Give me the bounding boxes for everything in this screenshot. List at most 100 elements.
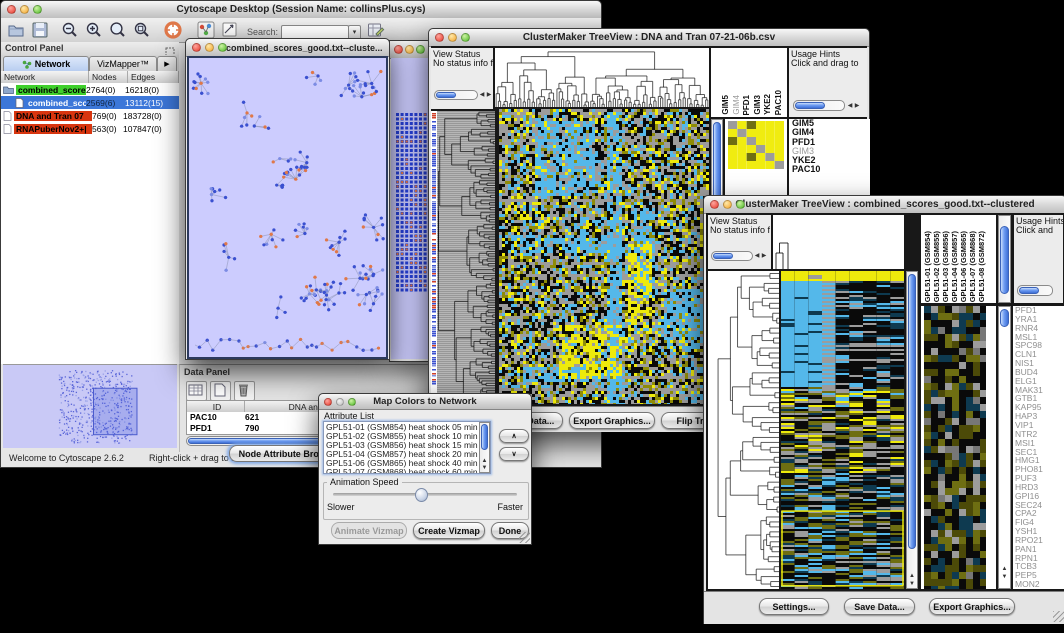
column-header-nodes[interactable]: Nodes: [89, 71, 128, 83]
view-status-hscrollbar[interactable]: [434, 90, 478, 100]
gene-label[interactable]: PAC10: [792, 165, 870, 174]
treeview1-zoom-matrix[interactable]: [728, 121, 784, 169]
column-label[interactable]: YKE2: [763, 94, 773, 115]
attribute-list-vscrollbar[interactable]: ▲ ▼: [479, 422, 490, 473]
scroll-right-icon[interactable]: ▶: [854, 103, 860, 109]
data-column-id[interactable]: ID: [187, 401, 245, 412]
column-label[interactable]: GIM3: [753, 95, 763, 115]
treeview1-column-dendrogram[interactable]: [495, 48, 709, 107]
close-icon[interactable]: [394, 45, 403, 54]
scrollbar-thumb[interactable]: [1000, 309, 1009, 327]
maximize-icon[interactable]: [33, 5, 42, 14]
scroll-right-icon[interactable]: ▶: [761, 253, 767, 259]
scroll-up-icon[interactable]: ▲: [480, 458, 489, 464]
vizmap-nodes-icon[interactable]: [197, 21, 215, 39]
animate-vizmap-button[interactable]: Animate Vizmap: [331, 522, 407, 539]
minimize-icon[interactable]: [205, 43, 214, 52]
attribute-table-icon[interactable]: [186, 381, 207, 401]
table-row[interactable]: combined_scores 2764(0) 16218(0): [1, 83, 179, 96]
column-header-edges[interactable]: Edges: [128, 71, 179, 83]
scrollbar-thumb[interactable]: [795, 102, 825, 109]
resize-grip[interactable]: [1053, 611, 1064, 622]
column-header-network[interactable]: Network: [1, 71, 89, 83]
treeview2-row-dendrogram[interactable]: [708, 271, 779, 589]
maximize-icon[interactable]: [218, 43, 227, 52]
close-icon[interactable]: [710, 200, 719, 209]
scrollbar-thumb[interactable]: [1019, 287, 1039, 294]
usage-hints-hscrollbar[interactable]: [793, 100, 845, 111]
treeview2-vscrollbar[interactable]: ▲ ▼: [906, 271, 918, 589]
treeview1-titlebar[interactable]: ClusterMaker TreeView : DNA and Tran 07-…: [429, 29, 869, 47]
table-row-selected[interactable]: combined_sco 2569(6) 13112(15): [1, 96, 179, 109]
attribute-editor-icon[interactable]: [367, 21, 385, 39]
scroll-down-icon[interactable]: ▼: [480, 465, 489, 471]
settings-button[interactable]: Settings...: [759, 598, 829, 615]
attribute-list[interactable]: GPL51-01 (GSM854) heat shock 05 minGPL51…: [323, 421, 491, 474]
column-label[interactable]: GPL51-02 (GSM855): [932, 231, 941, 302]
column-label[interactable]: GPL51-07 (GSM868): [968, 231, 977, 302]
help-lifering-icon[interactable]: [164, 21, 182, 39]
new-attribute-icon[interactable]: [210, 381, 231, 401]
scroll-left-icon[interactable]: ◀: [847, 103, 853, 109]
network-window-titlebar[interactable]: combined_scores_good.txt--cluste...: [186, 39, 389, 57]
scroll-up-icon[interactable]: ▲: [999, 566, 1010, 572]
close-icon[interactable]: [324, 398, 332, 406]
column-label[interactable]: GPL51-04 (GSM857): [950, 231, 959, 302]
scroll-down-icon[interactable]: ▼: [907, 581, 917, 587]
minimize-icon[interactable]: [336, 398, 344, 406]
delete-attribute-trash-icon[interactable]: [234, 381, 255, 401]
treeview2-labels-vscrollbar[interactable]: [998, 215, 1011, 303]
close-icon[interactable]: [7, 5, 16, 14]
scrollbar-thumb[interactable]: [436, 92, 456, 98]
main-titlebar[interactable]: Cytoscape Desktop (Session Name: collins…: [1, 1, 601, 19]
close-icon[interactable]: [192, 43, 201, 52]
column-label[interactable]: GIM4: [732, 95, 742, 115]
maximize-icon[interactable]: [461, 33, 470, 42]
column-label[interactable]: GPL51-03 (GSM856): [941, 231, 950, 302]
birdseye-view[interactable]: [3, 364, 177, 448]
scrollbar-thumb[interactable]: [481, 424, 488, 450]
treeview1-row-dendrogram[interactable]: [437, 111, 495, 404]
column-label[interactable]: PFD1: [742, 95, 752, 115]
minimize-icon[interactable]: [20, 5, 29, 14]
zoom-in-icon[interactable]: [85, 21, 103, 39]
tab-vizmapper[interactable]: VizMapper™: [89, 56, 157, 71]
column-label[interactable]: GPL51-01 (GSM854): [923, 231, 932, 302]
save-data-button[interactable]: Save Data...: [844, 598, 915, 615]
treeview2-zoom-heatmap[interactable]: [924, 306, 986, 589]
attribute-item[interactable]: GPL51-07 (GSM868) heat shock 60 min: [326, 468, 490, 474]
minimize-icon[interactable]: [405, 45, 414, 54]
export-graphics-button[interactable]: Export Graphics...: [569, 412, 655, 429]
open-session-icon[interactable]: [7, 21, 25, 39]
minimize-icon[interactable]: [723, 200, 732, 209]
annotation-icon[interactable]: [221, 21, 239, 39]
network-canvas[interactable]: [187, 56, 388, 359]
save-session-icon[interactable]: [31, 21, 49, 39]
treeview1-heatmap[interactable]: [499, 109, 709, 404]
column-label[interactable]: PAC10: [774, 90, 784, 115]
tab-network[interactable]: Network: [3, 56, 89, 71]
maximize-icon[interactable]: [416, 45, 425, 54]
usage-hints-hscrollbar[interactable]: [1017, 285, 1053, 296]
scroll-down-icon[interactable]: ▼: [999, 574, 1010, 580]
treeview2-genes-vscrollbar[interactable]: ▲ ▼: [998, 306, 1011, 589]
table-row[interactable]: RNAPuberNov2+| 563(0) 107847(0): [1, 122, 179, 135]
view-status-hscrollbar[interactable]: [711, 251, 753, 261]
scrollbar-thumb[interactable]: [1000, 226, 1009, 294]
treeview2-heatmap[interactable]: [781, 271, 904, 589]
maximize-icon[interactable]: [736, 200, 745, 209]
move-down-button[interactable]: ∨: [499, 447, 529, 461]
zoom-fit-icon[interactable]: [109, 21, 127, 39]
speed-slider-thumb[interactable]: [415, 488, 428, 502]
background-window-titlebar[interactable]: [390, 41, 431, 59]
column-label[interactable]: GPL51-08 (GSM872): [977, 231, 986, 302]
resize-grip[interactable]: [519, 532, 530, 543]
scroll-right-icon[interactable]: ▶: [486, 92, 492, 98]
maximize-icon[interactable]: [348, 398, 356, 406]
zoom-selected-icon[interactable]: [133, 21, 151, 39]
gene-label[interactable]: MON2: [1015, 580, 1064, 589]
table-row[interactable]: DNA and Tran 07 769(0) 183728(0): [1, 109, 179, 122]
background-network-canvas[interactable]: [391, 58, 430, 359]
scrollbar-thumb[interactable]: [908, 274, 916, 549]
move-up-button[interactable]: ∧: [499, 429, 529, 443]
